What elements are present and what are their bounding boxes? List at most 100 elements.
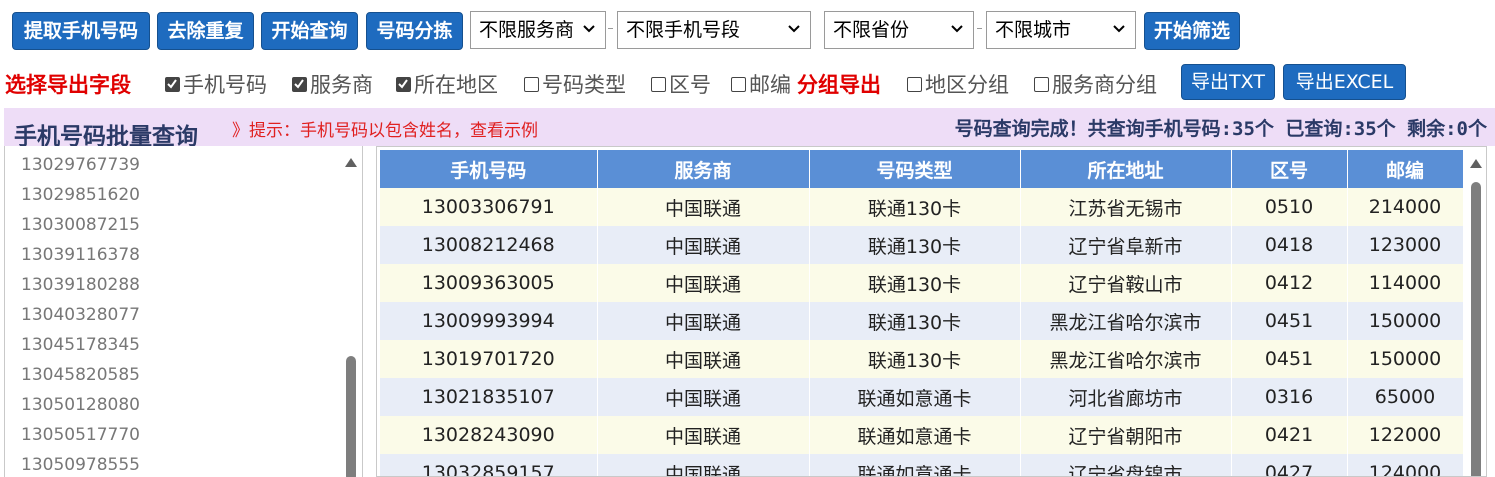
check-icon [167,79,177,89]
field-type-checkbox[interactable] [524,77,539,92]
table-row[interactable]: 13008212468 中国联通 联通130卡 辽宁省阜新市 0418 1230… [380,226,1464,264]
results-table-panel: 手机号码 服务商 号码类型 所在地址 区号 邮编 13003306791 中国联… [376,146,1487,477]
cell-address: 河北省廊坊市 [1020,378,1232,416]
cell-areacode: 0427 [1231,454,1348,476]
cell-carrier: 中国联通 [597,226,810,264]
list-item: 13050978555 [21,455,140,475]
list-item: 13050517770 [21,425,140,445]
scroll-up-arrow-icon[interactable] [345,158,357,167]
extract-phone-button[interactable]: 提取手机号码 [12,12,150,50]
cell-carrier: 中国联通 [597,264,810,302]
hint-example-link[interactable]: 手机号码以包含姓名，查看示例 [300,121,538,141]
table-row[interactable]: 13032859157 中国联通 联通如意通卡 辽宁省盘锦市 0427 1240… [380,454,1464,476]
table-row[interactable]: 13009993994 中国联通 联通130卡 黑龙江省哈尔滨市 0451 15… [380,302,1464,340]
start-filter-button[interactable]: 开始筛选 [1144,12,1240,50]
cell-phone: 13032859157 [380,454,598,476]
cell-areacode: 0451 [1231,302,1348,340]
col-header-type[interactable]: 号码类型 [809,150,1021,188]
cell-postcode: 150000 [1347,302,1464,340]
cell-areacode: 0316 [1231,378,1348,416]
field-carrier-label: 服务商 [310,73,373,97]
list-item: 13039116378 [21,245,140,265]
scroll-up-arrow-icon[interactable] [1470,159,1482,168]
field-type-label: 号码类型 [542,73,626,97]
cell-postcode: 124000 [1347,454,1464,476]
cell-carrier: 中国联通 [597,378,810,416]
chevron-down-icon [951,25,963,33]
group-region-label: 地区分组 [925,73,1009,97]
cell-areacode: 0451 [1231,340,1348,378]
cell-phone: 13003306791 [380,188,598,226]
results-scrollbar[interactable] [1465,147,1486,476]
cell-address: 辽宁省鞍山市 [1020,264,1232,302]
province-select[interactable]: 不限省份 [824,11,974,49]
table-row[interactable]: 13003306791 中国联通 联通130卡 江苏省无锡市 0510 2140… [380,188,1464,226]
field-phone-label: 手机号码 [183,73,267,97]
chevron-down-icon [1113,25,1125,33]
list-item: 13030087215 [21,215,140,235]
field-postcode-label: 邮编 [749,73,791,97]
segment-select[interactable]: 不限手机号段 [617,11,811,49]
col-header-postcode[interactable]: 邮编 [1347,150,1464,188]
cell-areacode: 0418 [1231,226,1348,264]
scroll-thumb[interactable] [1471,182,1481,476]
export-fields-label: 选择导出字段 [5,73,131,97]
scroll-thumb[interactable] [346,356,356,477]
cell-carrier: 中国联通 [597,302,810,340]
cell-address: 黑龙江省哈尔滨市 [1020,302,1232,340]
group-carrier-checkbox[interactable] [1034,77,1049,92]
col-header-carrier[interactable]: 服务商 [597,150,810,188]
field-region-checkbox[interactable] [396,77,411,92]
cell-carrier: 中国联通 [597,454,810,476]
field-phone-checkbox[interactable] [165,77,180,92]
sort-numbers-button[interactable]: 号码分拣 [366,12,463,50]
city-select[interactable]: 不限城市 [986,11,1136,49]
cell-carrier: 中国联通 [597,340,810,378]
field-carrier-checkbox[interactable] [292,77,307,92]
group-region-checkbox[interactable] [907,77,922,92]
hint-prefix: 》提示： [232,121,300,141]
field-postcode-checkbox[interactable] [731,77,746,92]
col-header-address[interactable]: 所在地址 [1020,150,1232,188]
field-areacode-checkbox[interactable] [651,77,666,92]
list-item: 13050128080 [21,395,140,415]
start-query-button[interactable]: 开始查询 [261,12,358,50]
dedupe-button[interactable]: 去除重复 [157,12,254,50]
cell-areacode: 0510 [1231,188,1348,226]
cell-postcode: 65000 [1347,378,1464,416]
list-item: 13040328077 [21,305,140,325]
list-item: 13029767739 [21,155,140,175]
table-row[interactable]: 13019701720 中国联通 联通130卡 黑龙江省哈尔滨市 0451 15… [380,340,1464,378]
carrier-select[interactable]: 不限服务商 [470,11,606,49]
separator-dash [977,28,982,29]
cell-postcode: 214000 [1347,188,1464,226]
cell-phone: 13021835107 [380,378,598,416]
cell-areacode: 0412 [1231,264,1348,302]
table-row[interactable]: 13028243090 中国联通 联通如意通卡 辽宁省朝阳市 0421 1220… [380,416,1464,454]
check-icon [294,79,304,89]
cell-areacode: 0421 [1231,416,1348,454]
export-txt-button[interactable]: 导出TXT [1181,64,1275,100]
chevron-down-icon [583,25,595,33]
query-status: 号码查询完成！共查询手机号码:35个 已查询:35个 剩余:0个 [954,118,1487,140]
group-export-label: 分组导出 [797,73,881,97]
col-header-phone[interactable]: 手机号码 [380,150,598,188]
group-carrier-label: 服务商分组 [1052,73,1157,97]
table-row[interactable]: 13021835107 中国联通 联通如意通卡 河北省廊坊市 0316 6500… [380,378,1464,416]
list-item: 13029851620 [21,185,140,205]
cell-carrier: 中国联通 [597,416,810,454]
cell-address: 辽宁省盘锦市 [1020,454,1232,476]
list-item: 13045820585 [21,365,140,385]
cell-type: 联通130卡 [809,340,1021,378]
input-list-scrollbar[interactable] [341,146,361,477]
col-header-areacode[interactable]: 区号 [1231,150,1348,188]
list-item: 13045178345 [21,335,140,355]
results-table: 手机号码 服务商 号码类型 所在地址 区号 邮编 13003306791 中国联… [380,150,1464,476]
table-row[interactable]: 13009363005 中国联通 联通130卡 辽宁省鞍山市 0412 1140… [380,264,1464,302]
phone-input-list[interactable]: 13029767739 13029851620 13030087215 1303… [4,146,363,477]
hint: 》提示：手机号码以包含姓名，查看示例 [232,116,538,141]
province-select-value: 不限省份 [833,19,910,41]
export-excel-button[interactable]: 导出EXCEL [1283,64,1406,100]
cell-postcode: 150000 [1347,340,1464,378]
field-areacode-label: 区号 [669,73,711,97]
